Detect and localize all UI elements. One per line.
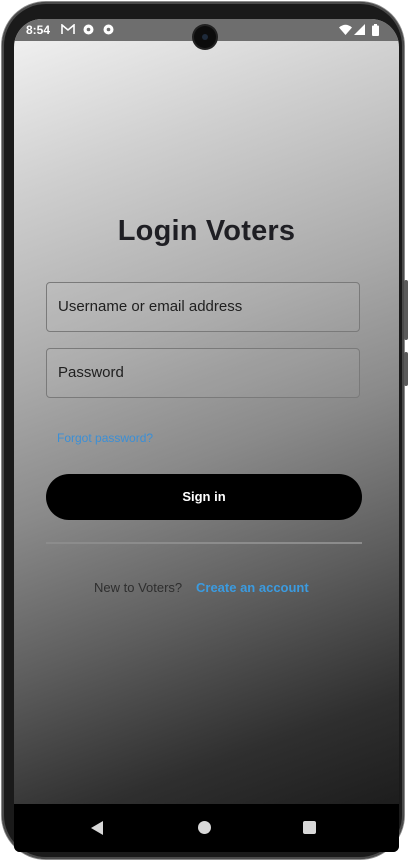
back-icon[interactable] (91, 821, 103, 835)
front-camera (194, 26, 216, 48)
gmail-icon (61, 23, 75, 38)
app-screen: 8:54 Login Voters Username or email addr… (14, 19, 399, 852)
password-placeholder: Password (58, 364, 124, 381)
side-button-power (404, 352, 408, 386)
navigation-bar (14, 804, 399, 852)
create-account-link[interactable]: Create an account (196, 580, 309, 595)
battery-icon (372, 24, 379, 39)
home-icon[interactable] (198, 821, 211, 834)
username-placeholder: Username or email address (58, 298, 243, 315)
sign-in-button[interactable]: Sign in (46, 474, 362, 520)
page-title: Login Voters (117, 215, 296, 247)
divider (46, 542, 362, 544)
cell-signal-icon (354, 24, 365, 38)
password-input[interactable]: Password (46, 348, 360, 398)
phone-frame: 8:54 Login Voters Username or email addr… (2, 2, 408, 859)
username-input[interactable]: Username or email address (46, 282, 360, 332)
wifi-icon (339, 24, 352, 38)
recents-icon[interactable] (303, 821, 316, 834)
new-user-prompt: New to Voters? (94, 580, 183, 595)
side-button-volume (404, 280, 408, 340)
soccer-ball-icon (83, 24, 94, 38)
forgot-password-link[interactable]: Forgot password? (57, 431, 153, 445)
soccer-ball-icon (103, 24, 114, 38)
status-time: 8:54 (26, 23, 51, 37)
